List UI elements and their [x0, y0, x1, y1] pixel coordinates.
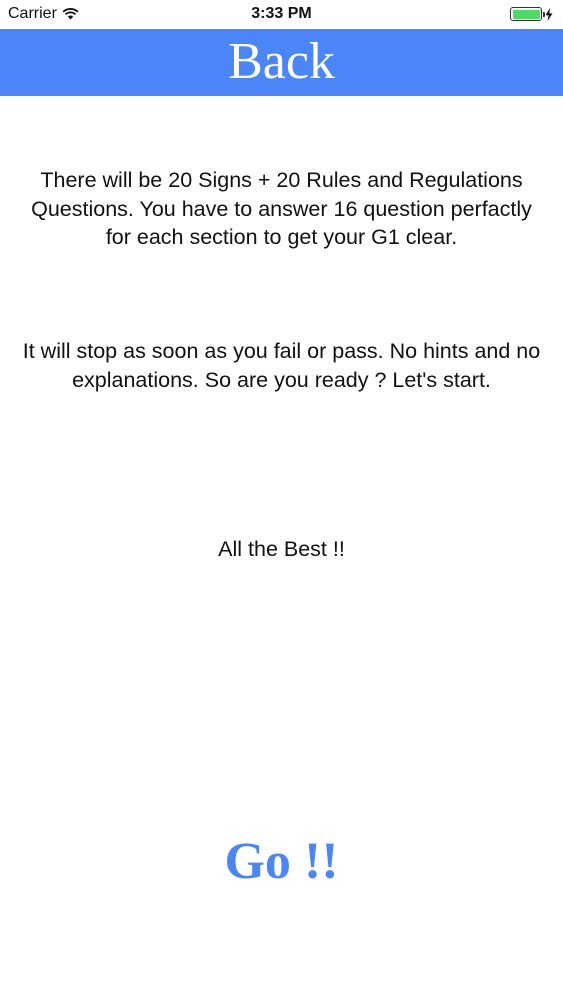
back-button[interactable]: Back	[228, 35, 335, 90]
battery-fill	[512, 9, 540, 19]
good-luck-text: All the Best !!	[218, 537, 345, 561]
battery-icon	[510, 7, 545, 21]
rules-paragraph: It will stop as soon as you fail or pass…	[22, 339, 541, 392]
battery-group	[510, 7, 553, 21]
bolt-icon	[545, 7, 553, 21]
go-button[interactable]: Go !!	[0, 832, 563, 891]
nav-bar: Back	[0, 29, 563, 96]
status-time: 3:33 PM	[251, 5, 312, 22]
status-bar: Carrier 3:33 PM	[0, 0, 563, 29]
instructions-paragraph: There will be 20 Signs + 20 Rules and Re…	[31, 168, 532, 249]
